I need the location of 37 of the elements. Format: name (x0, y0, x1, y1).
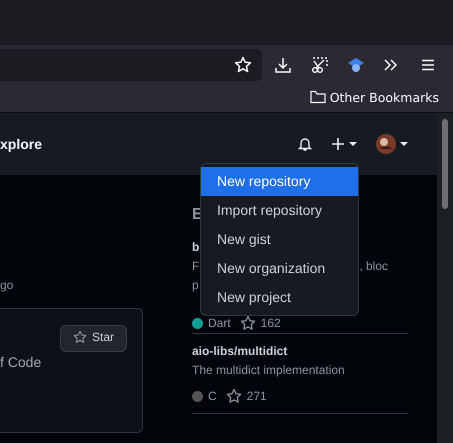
repo-name-link[interactable]: b (192, 240, 200, 254)
menu-item[interactable]: New organization (201, 254, 358, 283)
caret-icon (400, 142, 408, 146)
star-button[interactable]: Star (60, 325, 127, 352)
menu-item[interactable]: New gist (201, 225, 358, 254)
repo-description: F (192, 259, 200, 273)
graduation-cap-icon[interactable] (347, 56, 365, 74)
repo-description: p (192, 278, 199, 292)
menu-item[interactable]: New project (201, 283, 358, 312)
create-new-button[interactable] (331, 137, 357, 151)
repo-description: The multidict implementation (192, 363, 345, 377)
language-label: C (208, 389, 217, 403)
caret-icon (349, 142, 357, 146)
bookmark-folder[interactable]: Other Bookmarks (310, 90, 439, 104)
menu-item[interactable]: Import repository (201, 196, 358, 225)
bookmark-star-icon[interactable] (234, 56, 252, 74)
language-label: Dart (208, 316, 231, 330)
scrollbar-thumb[interactable] (442, 119, 448, 209)
repo-description: f Code (0, 354, 42, 370)
profile-button[interactable] (376, 134, 408, 154)
time-text: go (0, 278, 14, 292)
repo-name-link[interactable]: aio-libs/multidict (192, 344, 288, 358)
explore-link[interactable]: xplore (0, 136, 42, 152)
folder-icon (310, 90, 326, 104)
star-icon (226, 388, 242, 404)
repo-description: , bloc (359, 259, 388, 273)
star-icon (73, 330, 87, 344)
plus-icon (331, 137, 345, 151)
bell-icon[interactable] (297, 136, 313, 152)
star-count[interactable]: 271 (246, 389, 267, 403)
star-count[interactable]: 162 (260, 316, 281, 330)
star-icon (240, 315, 256, 331)
scissors-icon[interactable] (311, 56, 329, 74)
menu-item[interactable]: New repository (201, 167, 358, 196)
download-icon[interactable] (274, 56, 292, 74)
scrollbar[interactable] (437, 113, 453, 443)
avatar-icon (376, 134, 396, 154)
